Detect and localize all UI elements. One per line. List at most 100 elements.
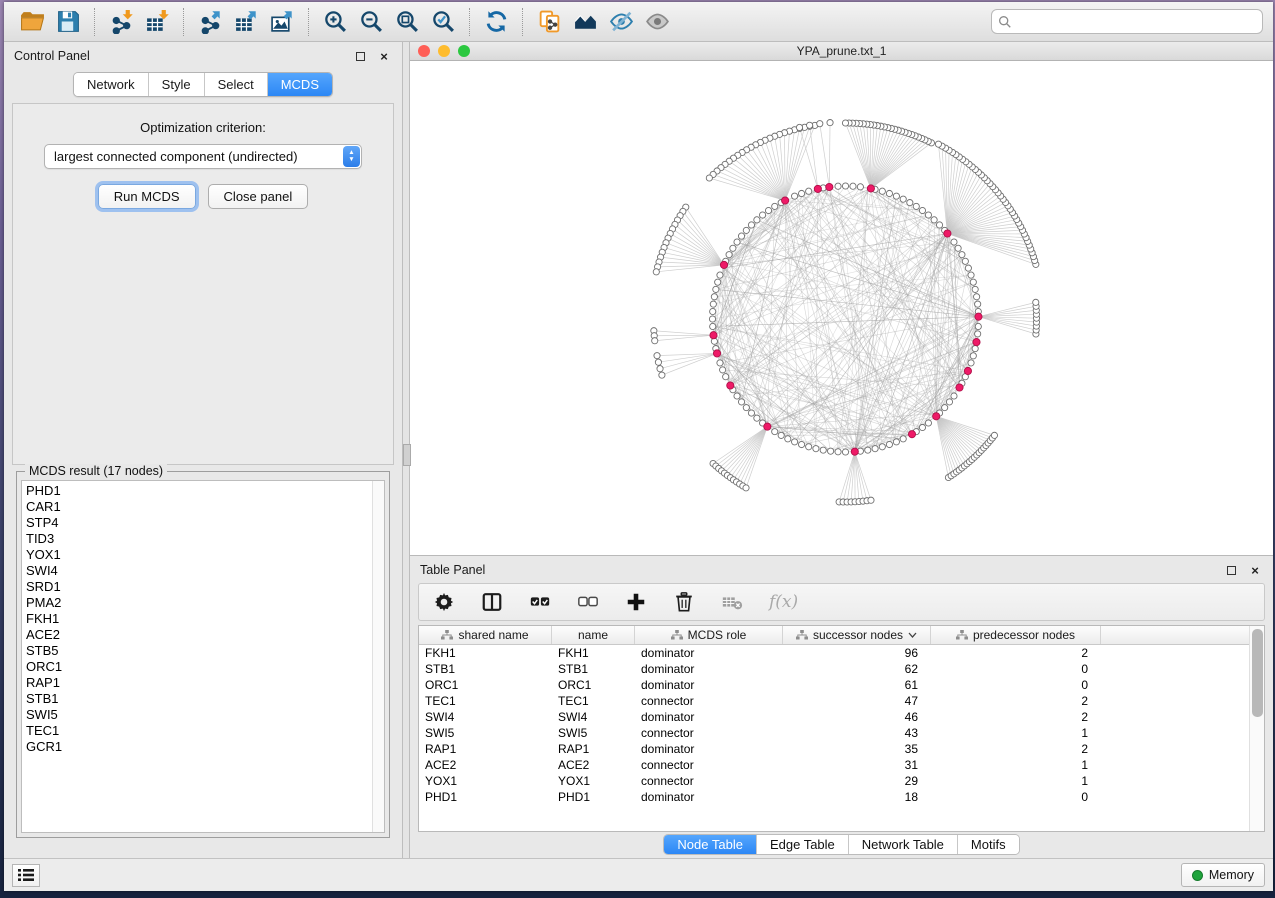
mcds-hub-node[interactable]	[973, 338, 980, 345]
ring-node[interactable]	[919, 207, 925, 213]
tab-network[interactable]: Network	[74, 73, 149, 96]
leaf-node[interactable]	[655, 359, 661, 365]
leaf-node[interactable]	[868, 497, 874, 503]
open-session-button[interactable]	[14, 6, 50, 38]
leaf-node[interactable]	[654, 353, 660, 359]
tab-network-table[interactable]: Network Table	[849, 835, 958, 854]
ring-node[interactable]	[962, 258, 968, 264]
table-row[interactable]: ACE2ACE2connector311	[419, 757, 1249, 773]
float-table-panel-icon[interactable]	[1223, 563, 1239, 577]
mcds-result-item[interactable]: STP4	[26, 515, 372, 531]
ring-node[interactable]	[813, 446, 819, 452]
close-table-panel-icon[interactable]: ×	[1247, 563, 1263, 577]
ring-node[interactable]	[710, 308, 716, 314]
mcds-result-item[interactable]: STB1	[26, 691, 372, 707]
ring-node[interactable]	[743, 405, 749, 411]
ring-node[interactable]	[842, 449, 848, 455]
ring-node[interactable]	[778, 432, 784, 438]
ring-node[interactable]	[798, 441, 804, 447]
search-input[interactable]	[1017, 15, 1256, 29]
tab-style[interactable]: Style	[149, 73, 205, 96]
import-table-button[interactable]	[139, 6, 175, 38]
ring-node[interactable]	[772, 429, 778, 435]
deselect-all-button[interactable]	[577, 588, 599, 616]
mcds-hub-node[interactable]	[720, 261, 727, 268]
memory-button[interactable]: Memory	[1181, 863, 1265, 887]
column-header-MCDS-role[interactable]: MCDS role	[635, 626, 783, 644]
ring-node[interactable]	[720, 367, 726, 373]
ring-node[interactable]	[970, 279, 976, 285]
ring-node[interactable]	[713, 286, 719, 292]
ring-node[interactable]	[972, 345, 978, 351]
ring-node[interactable]	[965, 265, 971, 271]
ring-node[interactable]	[913, 203, 919, 209]
mcds-hub-node[interactable]	[826, 183, 833, 190]
tab-edge-table[interactable]: Edge Table	[757, 835, 849, 854]
mcds-result-item[interactable]: STB5	[26, 643, 372, 659]
mcds-result-item[interactable]: TEC1	[26, 723, 372, 739]
ring-node[interactable]	[785, 436, 791, 442]
column-header-name[interactable]: name	[552, 626, 635, 644]
table-row[interactable]: FKH1FKH1dominator962	[419, 645, 1249, 661]
mcds-result-item[interactable]: FKH1	[26, 611, 372, 627]
zoom-in-button[interactable]	[317, 6, 353, 38]
zoom-selected-button[interactable]	[425, 6, 461, 38]
import-network-button[interactable]	[103, 6, 139, 38]
export-table-button[interactable]	[228, 6, 264, 38]
ring-node[interactable]	[893, 193, 899, 199]
ring-node[interactable]	[806, 444, 812, 450]
column-visibility-button[interactable]	[481, 588, 503, 616]
search-field[interactable]	[991, 9, 1263, 34]
add-column-button[interactable]	[625, 588, 647, 616]
table-row[interactable]: RAP1RAP1dominator352	[419, 741, 1249, 757]
ring-node[interactable]	[951, 239, 957, 245]
column-header-shared-name[interactable]: shared name	[419, 626, 552, 644]
ring-node[interactable]	[946, 399, 952, 405]
ring-node[interactable]	[748, 410, 754, 416]
ring-node[interactable]	[734, 393, 740, 399]
leaf-node[interactable]	[653, 269, 659, 275]
ring-node[interactable]	[798, 190, 804, 196]
mcds-result-item[interactable]: ACE2	[26, 627, 372, 643]
leaf-node[interactable]	[652, 338, 658, 344]
ring-node[interactable]	[975, 323, 981, 329]
mcds-hub-node[interactable]	[814, 185, 821, 192]
tab-mcds[interactable]: MCDS	[268, 73, 332, 96]
table-row[interactable]: PHD1PHD1dominator180	[419, 789, 1249, 805]
tab-motifs[interactable]: Motifs	[958, 835, 1019, 854]
ring-node[interactable]	[828, 448, 834, 454]
ring-node[interactable]	[972, 286, 978, 292]
mcds-hub-node[interactable]	[851, 448, 858, 455]
ring-node[interactable]	[872, 446, 878, 452]
ring-node[interactable]	[886, 190, 892, 196]
mcds-result-item[interactable]: PHD1	[26, 483, 372, 499]
splitter-handle[interactable]	[403, 444, 411, 466]
network-view-canvas[interactable]	[410, 61, 1273, 555]
ring-node[interactable]	[726, 252, 732, 258]
leaf-node[interactable]	[991, 432, 997, 438]
ring-node[interactable]	[968, 360, 974, 366]
ring-node[interactable]	[715, 279, 721, 285]
ring-node[interactable]	[710, 301, 716, 307]
mcds-hub-node[interactable]	[710, 332, 717, 339]
ring-node[interactable]	[765, 207, 771, 213]
column-header-predecessor-nodes[interactable]: predecessor nodes	[931, 626, 1101, 644]
ring-node[interactable]	[879, 444, 885, 450]
mcds-hub-node[interactable]	[975, 313, 982, 320]
float-panel-icon[interactable]	[352, 49, 368, 63]
ring-node[interactable]	[975, 301, 981, 307]
ring-node[interactable]	[748, 222, 754, 228]
ring-node[interactable]	[925, 212, 931, 218]
ring-node[interactable]	[886, 441, 892, 447]
ring-node[interactable]	[879, 188, 885, 194]
mcds-result-item[interactable]: SWI5	[26, 707, 372, 723]
mcds-list-scrollbar[interactable]	[372, 481, 384, 832]
ring-node[interactable]	[717, 272, 723, 278]
leaf-node[interactable]	[657, 366, 663, 372]
leaf-node[interactable]	[659, 372, 665, 378]
ring-node[interactable]	[893, 439, 899, 445]
ring-node[interactable]	[919, 424, 925, 430]
maximize-window-icon[interactable]	[458, 45, 470, 57]
ring-node[interactable]	[955, 245, 961, 251]
ring-node[interactable]	[754, 415, 760, 421]
